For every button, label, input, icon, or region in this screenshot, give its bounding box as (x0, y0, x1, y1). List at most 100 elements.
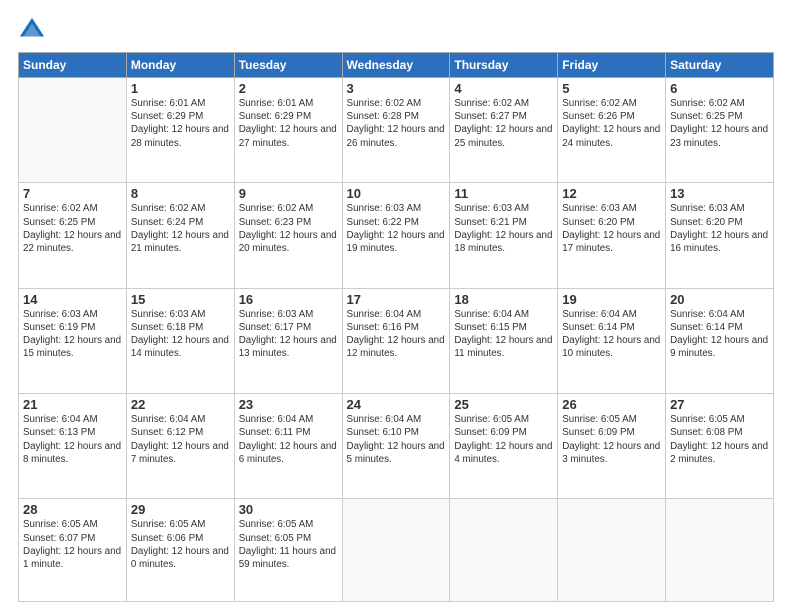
calendar-cell (342, 499, 450, 602)
day-info: Sunrise: 6:02 AM Sunset: 6:27 PM Dayligh… (454, 97, 553, 150)
day-info: Sunrise: 6:04 AM Sunset: 6:10 PM Dayligh… (347, 413, 446, 466)
day-info: Sunrise: 6:02 AM Sunset: 6:25 PM Dayligh… (23, 202, 122, 255)
day-info: Sunrise: 6:05 AM Sunset: 6:05 PM Dayligh… (239, 518, 338, 571)
calendar-header-thursday: Thursday (450, 53, 558, 78)
day-number: 2 (239, 81, 338, 96)
day-number: 22 (131, 397, 230, 412)
day-info: Sunrise: 6:05 AM Sunset: 6:06 PM Dayligh… (131, 518, 230, 571)
day-info: Sunrise: 6:02 AM Sunset: 6:24 PM Dayligh… (131, 202, 230, 255)
day-number: 26 (562, 397, 661, 412)
calendar-cell: 4Sunrise: 6:02 AM Sunset: 6:27 PM Daylig… (450, 78, 558, 183)
day-number: 5 (562, 81, 661, 96)
calendar-cell (558, 499, 666, 602)
day-info: Sunrise: 6:05 AM Sunset: 6:09 PM Dayligh… (562, 413, 661, 466)
calendar-week-4: 28Sunrise: 6:05 AM Sunset: 6:07 PM Dayli… (19, 499, 774, 602)
calendar-cell: 22Sunrise: 6:04 AM Sunset: 6:12 PM Dayli… (126, 394, 234, 499)
calendar-cell: 25Sunrise: 6:05 AM Sunset: 6:09 PM Dayli… (450, 394, 558, 499)
day-number: 13 (670, 186, 769, 201)
day-number: 20 (670, 292, 769, 307)
calendar-cell: 8Sunrise: 6:02 AM Sunset: 6:24 PM Daylig… (126, 183, 234, 288)
day-info: Sunrise: 6:02 AM Sunset: 6:28 PM Dayligh… (347, 97, 446, 150)
day-info: Sunrise: 6:03 AM Sunset: 6:22 PM Dayligh… (347, 202, 446, 255)
calendar-header-tuesday: Tuesday (234, 53, 342, 78)
calendar-header-saturday: Saturday (666, 53, 774, 78)
day-info: Sunrise: 6:05 AM Sunset: 6:07 PM Dayligh… (23, 518, 122, 571)
day-number: 21 (23, 397, 122, 412)
calendar-header-monday: Monday (126, 53, 234, 78)
calendar-cell: 18Sunrise: 6:04 AM Sunset: 6:15 PM Dayli… (450, 288, 558, 393)
day-info: Sunrise: 6:05 AM Sunset: 6:09 PM Dayligh… (454, 413, 553, 466)
day-info: Sunrise: 6:04 AM Sunset: 6:15 PM Dayligh… (454, 308, 553, 361)
calendar-header-row: SundayMondayTuesdayWednesdayThursdayFrid… (19, 53, 774, 78)
calendar-cell: 10Sunrise: 6:03 AM Sunset: 6:22 PM Dayli… (342, 183, 450, 288)
day-info: Sunrise: 6:04 AM Sunset: 6:16 PM Dayligh… (347, 308, 446, 361)
day-number: 12 (562, 186, 661, 201)
calendar-cell: 17Sunrise: 6:04 AM Sunset: 6:16 PM Dayli… (342, 288, 450, 393)
day-info: Sunrise: 6:04 AM Sunset: 6:14 PM Dayligh… (670, 308, 769, 361)
day-info: Sunrise: 6:04 AM Sunset: 6:12 PM Dayligh… (131, 413, 230, 466)
day-number: 10 (347, 186, 446, 201)
day-info: Sunrise: 6:02 AM Sunset: 6:23 PM Dayligh… (239, 202, 338, 255)
day-number: 19 (562, 292, 661, 307)
calendar-cell: 19Sunrise: 6:04 AM Sunset: 6:14 PM Dayli… (558, 288, 666, 393)
calendar-cell: 26Sunrise: 6:05 AM Sunset: 6:09 PM Dayli… (558, 394, 666, 499)
day-number: 17 (347, 292, 446, 307)
calendar-cell: 28Sunrise: 6:05 AM Sunset: 6:07 PM Dayli… (19, 499, 127, 602)
day-number: 28 (23, 502, 122, 517)
day-number: 4 (454, 81, 553, 96)
day-info: Sunrise: 6:05 AM Sunset: 6:08 PM Dayligh… (670, 413, 769, 466)
calendar-cell: 24Sunrise: 6:04 AM Sunset: 6:10 PM Dayli… (342, 394, 450, 499)
calendar-cell: 29Sunrise: 6:05 AM Sunset: 6:06 PM Dayli… (126, 499, 234, 602)
day-info: Sunrise: 6:03 AM Sunset: 6:19 PM Dayligh… (23, 308, 122, 361)
logo (18, 16, 50, 44)
calendar-cell (666, 499, 774, 602)
day-info: Sunrise: 6:01 AM Sunset: 6:29 PM Dayligh… (131, 97, 230, 150)
day-info: Sunrise: 6:04 AM Sunset: 6:13 PM Dayligh… (23, 413, 122, 466)
calendar-cell: 9Sunrise: 6:02 AM Sunset: 6:23 PM Daylig… (234, 183, 342, 288)
day-info: Sunrise: 6:03 AM Sunset: 6:18 PM Dayligh… (131, 308, 230, 361)
calendar-cell: 27Sunrise: 6:05 AM Sunset: 6:08 PM Dayli… (666, 394, 774, 499)
calendar-week-1: 7Sunrise: 6:02 AM Sunset: 6:25 PM Daylig… (19, 183, 774, 288)
day-number: 14 (23, 292, 122, 307)
calendar-cell: 23Sunrise: 6:04 AM Sunset: 6:11 PM Dayli… (234, 394, 342, 499)
day-info: Sunrise: 6:03 AM Sunset: 6:20 PM Dayligh… (562, 202, 661, 255)
day-number: 11 (454, 186, 553, 201)
calendar-cell: 15Sunrise: 6:03 AM Sunset: 6:18 PM Dayli… (126, 288, 234, 393)
calendar-week-0: 1Sunrise: 6:01 AM Sunset: 6:29 PM Daylig… (19, 78, 774, 183)
day-info: Sunrise: 6:03 AM Sunset: 6:21 PM Dayligh… (454, 202, 553, 255)
calendar-cell: 13Sunrise: 6:03 AM Sunset: 6:20 PM Dayli… (666, 183, 774, 288)
day-info: Sunrise: 6:03 AM Sunset: 6:20 PM Dayligh… (670, 202, 769, 255)
day-number: 9 (239, 186, 338, 201)
day-number: 15 (131, 292, 230, 307)
calendar-header-sunday: Sunday (19, 53, 127, 78)
day-number: 1 (131, 81, 230, 96)
calendar-cell: 20Sunrise: 6:04 AM Sunset: 6:14 PM Dayli… (666, 288, 774, 393)
calendar-header-wednesday: Wednesday (342, 53, 450, 78)
day-info: Sunrise: 6:04 AM Sunset: 6:11 PM Dayligh… (239, 413, 338, 466)
day-number: 27 (670, 397, 769, 412)
day-number: 3 (347, 81, 446, 96)
calendar-cell: 2Sunrise: 6:01 AM Sunset: 6:29 PM Daylig… (234, 78, 342, 183)
calendar-cell: 30Sunrise: 6:05 AM Sunset: 6:05 PM Dayli… (234, 499, 342, 602)
calendar-header-friday: Friday (558, 53, 666, 78)
day-info: Sunrise: 6:02 AM Sunset: 6:25 PM Dayligh… (670, 97, 769, 150)
calendar-cell: 6Sunrise: 6:02 AM Sunset: 6:25 PM Daylig… (666, 78, 774, 183)
calendar-cell (450, 499, 558, 602)
calendar: SundayMondayTuesdayWednesdayThursdayFrid… (18, 52, 774, 602)
day-number: 30 (239, 502, 338, 517)
day-number: 7 (23, 186, 122, 201)
calendar-cell: 1Sunrise: 6:01 AM Sunset: 6:29 PM Daylig… (126, 78, 234, 183)
day-number: 18 (454, 292, 553, 307)
day-number: 6 (670, 81, 769, 96)
day-number: 25 (454, 397, 553, 412)
day-number: 29 (131, 502, 230, 517)
logo-icon (18, 16, 46, 44)
page: SundayMondayTuesdayWednesdayThursdayFrid… (0, 0, 792, 612)
day-number: 24 (347, 397, 446, 412)
calendar-week-2: 14Sunrise: 6:03 AM Sunset: 6:19 PM Dayli… (19, 288, 774, 393)
calendar-cell: 5Sunrise: 6:02 AM Sunset: 6:26 PM Daylig… (558, 78, 666, 183)
day-info: Sunrise: 6:03 AM Sunset: 6:17 PM Dayligh… (239, 308, 338, 361)
day-info: Sunrise: 6:04 AM Sunset: 6:14 PM Dayligh… (562, 308, 661, 361)
calendar-cell: 14Sunrise: 6:03 AM Sunset: 6:19 PM Dayli… (19, 288, 127, 393)
calendar-cell (19, 78, 127, 183)
